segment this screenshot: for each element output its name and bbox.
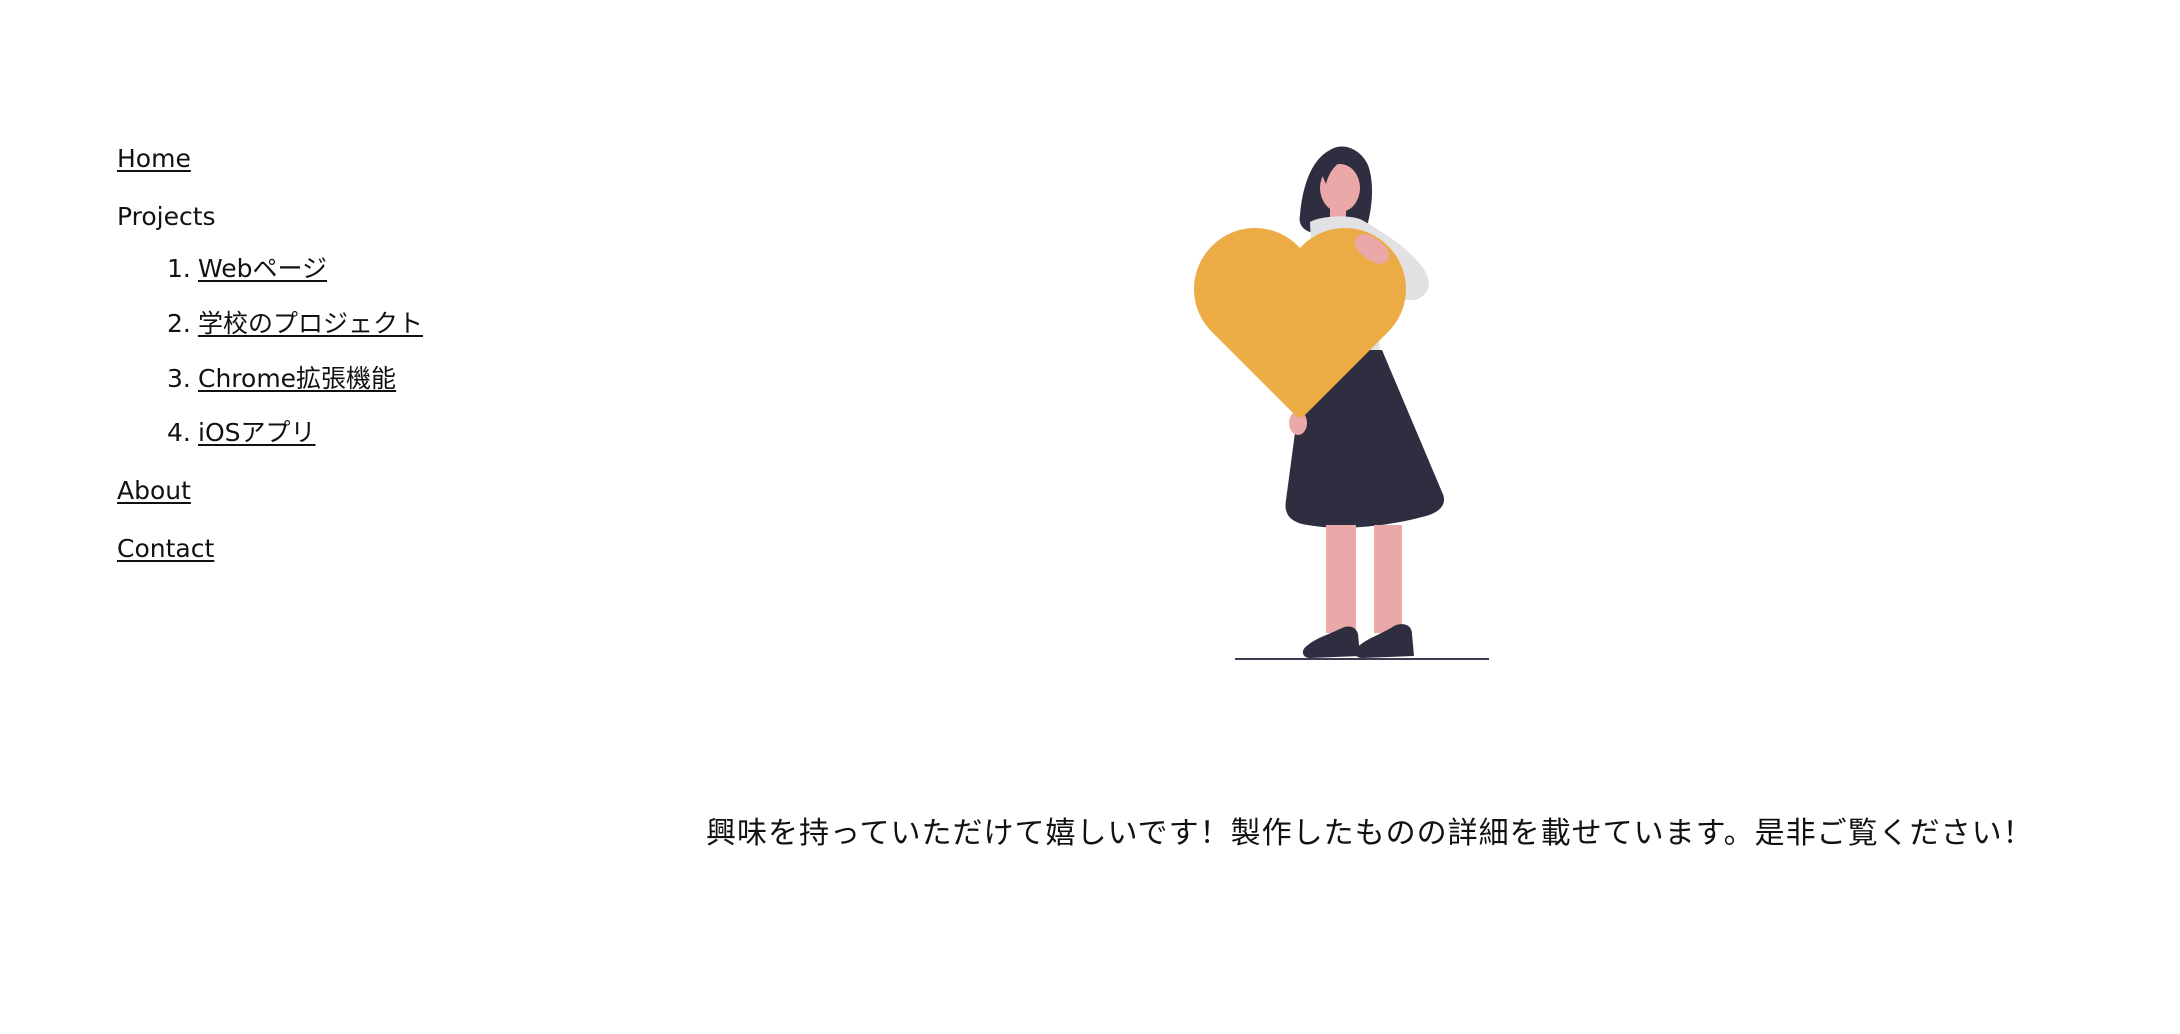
- nav-about-link[interactable]: About: [117, 476, 191, 506]
- project-link-school-project[interactable]: 学校のプロジェクト: [198, 309, 423, 339]
- list-number: 4.: [167, 418, 191, 447]
- nav-contact-link[interactable]: Contact: [117, 534, 214, 564]
- project-link-chrome-extension[interactable]: Chrome拡張機能: [198, 364, 396, 394]
- list-number: 1.: [167, 254, 191, 283]
- nav-home-link[interactable]: Home: [117, 144, 191, 174]
- nav-projects-label: Projects: [117, 202, 216, 231]
- page: Home Projects 1. Webページ 2. 学校のプロジェクト 3. …: [0, 0, 2180, 1034]
- project-link-ios-app[interactable]: iOSアプリ: [198, 418, 316, 448]
- illustration-svg: [1194, 146, 1489, 660]
- list-number: 2.: [167, 309, 191, 338]
- woman-holding-heart-illustration: [1190, 140, 1510, 670]
- project-link-webpage[interactable]: Webページ: [198, 254, 327, 284]
- intro-message: 興味を持っていただけて嬉しいです！製作したものの詳細を載せています。是非ご覧くだ…: [706, 816, 2034, 851]
- list-number: 3.: [167, 364, 191, 393]
